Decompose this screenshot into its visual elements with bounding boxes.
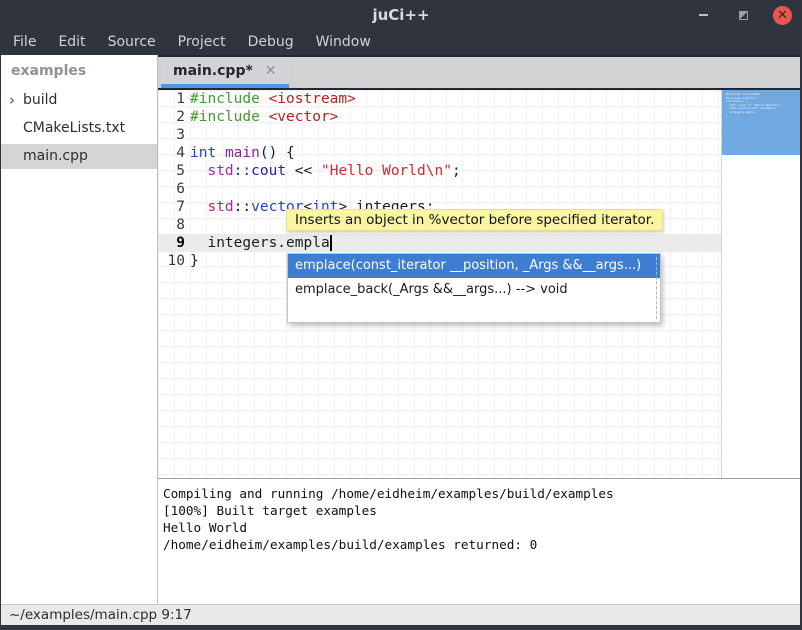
menu-bar: FileEditSourceProjectDebugWindow xyxy=(0,30,802,55)
tree-item-cmakelists.txt[interactable]: CMakeLists.txt xyxy=(1,116,157,141)
app-window: juCi++ ✕ FileEditSourceProjectDebugWindo… xyxy=(0,0,802,630)
title-bar[interactable]: juCi++ ✕ xyxy=(0,0,802,30)
file-tree: › build CMakeLists.txt main.cpp xyxy=(1,88,157,169)
line-number: 10 xyxy=(158,252,185,270)
autocomplete-popup: emplace(const_iterator __position, _Args… xyxy=(287,253,661,323)
tab-label: main.cpp* xyxy=(173,63,253,79)
code-line-10[interactable]: 10} xyxy=(158,252,199,270)
line-number: 3 xyxy=(158,126,185,144)
code-line-5[interactable]: 5 std::cout << "Hello World\n"; xyxy=(158,162,461,180)
code-line-6[interactable]: 6 xyxy=(158,180,190,198)
code-line-4[interactable]: 4int main() { xyxy=(158,144,295,162)
code-line-1[interactable]: 1#include <iostream> xyxy=(158,90,356,108)
minimap[interactable]: #include <iostream>#include <vector>int … xyxy=(721,90,800,478)
build-output[interactable]: Compiling and running /home/eidheim/exam… xyxy=(158,479,800,604)
chevron-right-icon: › xyxy=(9,88,15,113)
window-title: juCi++ xyxy=(0,0,802,30)
minimize-button[interactable] xyxy=(693,5,713,25)
doc-tooltip: Inserts an object in %vector before spec… xyxy=(286,209,663,231)
autocomplete-item-0[interactable]: emplace(const_iterator __position, _Args… xyxy=(288,254,660,278)
output-line: /home/eidheim/examples/build/examples re… xyxy=(163,536,800,553)
output-line: [100%] Built target examples xyxy=(163,502,800,519)
line-number: 5 xyxy=(158,162,185,180)
autocomplete-item-1[interactable]: emplace_back(_Args &&__args...) --> void xyxy=(288,278,660,302)
line-number: 9 xyxy=(158,234,185,252)
status-location: ~/examples/main.cpp 9:17 xyxy=(9,607,192,623)
popup-scrollbar[interactable] xyxy=(656,257,657,319)
status-bar: ~/examples/main.cpp 9:17 xyxy=(1,604,800,625)
window-controls: ✕ xyxy=(693,0,792,30)
menu-edit[interactable]: Edit xyxy=(47,30,96,55)
line-number: 6 xyxy=(158,180,185,198)
text-cursor xyxy=(330,235,332,251)
close-icon: ✕ xyxy=(777,9,788,22)
tab-close-icon[interactable]: ✕ xyxy=(265,64,277,78)
minimap-viewport[interactable]: #include <iostream>#include <vector>int … xyxy=(722,90,800,155)
code-editor[interactable]: 1#include <iostream>2#include <vector>34… xyxy=(158,90,800,478)
line-number: 8 xyxy=(158,216,185,234)
line-number: 7 xyxy=(158,198,185,216)
line-number: 2 xyxy=(158,108,185,126)
tab-bar: main.cpp* ✕ xyxy=(158,55,800,90)
sidebar: examples › build CMakeLists.txt main.cpp xyxy=(1,55,157,604)
code-line-8[interactable]: 8 xyxy=(158,216,190,234)
close-button[interactable]: ✕ xyxy=(773,6,792,25)
menu-window[interactable]: Window xyxy=(305,30,382,55)
editor-pane: main.cpp* ✕ 1#include <iostream>2#includ… xyxy=(158,55,800,604)
tree-item-label: main.cpp xyxy=(23,148,88,164)
restore-button[interactable] xyxy=(733,5,753,25)
output-line: Hello World xyxy=(163,519,800,536)
minimap-code: #include <iostream>#include <vector>int … xyxy=(722,90,800,118)
output-line: Compiling and running /home/eidheim/exam… xyxy=(163,485,800,502)
menu-project[interactable]: Project xyxy=(167,30,237,55)
tree-item-label: CMakeLists.txt xyxy=(23,120,125,136)
project-name: examples xyxy=(1,55,157,85)
restore-icon xyxy=(739,11,748,20)
tree-item-build[interactable]: › build xyxy=(1,88,157,113)
autocomplete-list: emplace(const_iterator __position, _Args… xyxy=(288,254,660,302)
tree-item-label: build xyxy=(23,92,57,108)
line-number: 1 xyxy=(158,90,185,108)
tab-main-cpp[interactable]: main.cpp* ✕ xyxy=(161,57,289,88)
menu-debug[interactable]: Debug xyxy=(237,30,305,55)
code-line-9[interactable]: 9 integers.empla xyxy=(158,234,330,252)
menu-file[interactable]: File xyxy=(2,30,47,55)
code-line-3[interactable]: 3 xyxy=(158,126,190,144)
code-line-2[interactable]: 2#include <vector> xyxy=(158,108,338,126)
tree-item-main.cpp[interactable]: main.cpp xyxy=(1,144,157,169)
line-number: 4 xyxy=(158,144,185,162)
minimize-icon xyxy=(699,14,708,16)
menu-source[interactable]: Source xyxy=(97,30,167,55)
